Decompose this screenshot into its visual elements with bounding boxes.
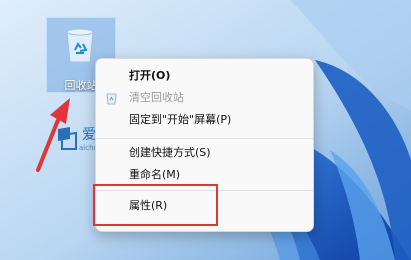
menu-item-create-shortcut[interactable]: 创建快捷方式(S) xyxy=(96,142,313,164)
menu-item-label: 创建快捷方式(S) xyxy=(129,146,211,159)
menu-item-label: 清空回收站 xyxy=(129,91,184,104)
menu-item-empty-recycle-bin[interactable]: 清空回收站 xyxy=(96,87,313,109)
menu-separator xyxy=(96,138,313,139)
recycle-icon xyxy=(106,93,117,105)
watermark-logo-icon xyxy=(58,127,77,150)
menu-item-label: 固定到"开始"屏幕(P) xyxy=(129,113,232,126)
menu-item-label: 打开(O) xyxy=(129,69,171,82)
properties-highlight-box xyxy=(93,184,218,226)
menu-item-rename[interactable]: 重命名(M) xyxy=(96,164,313,186)
menu-item-pin-to-start[interactable]: 固定到"开始"屏幕(P) xyxy=(96,109,313,131)
menu-item-label: 重命名(M) xyxy=(129,168,181,181)
menu-item-open[interactable]: 打开(O) xyxy=(96,65,313,87)
